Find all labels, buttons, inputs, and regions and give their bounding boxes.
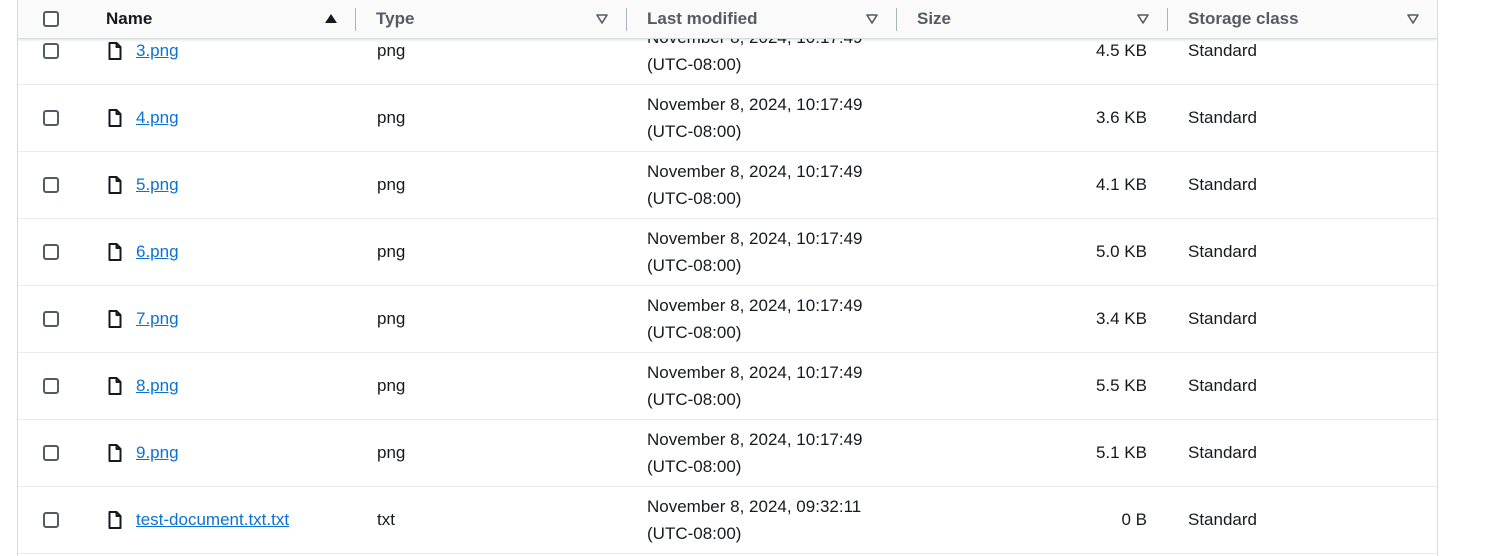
last-modified-timezone: (UTC-08:00)	[647, 457, 742, 476]
file-icon	[108, 444, 122, 462]
object-size: 5.1 KB	[1095, 443, 1147, 462]
object-size: 3.6 KB	[1095, 108, 1147, 127]
object-name-link[interactable]: 5.png	[136, 172, 179, 198]
object-type: png	[377, 242, 406, 261]
column-divider[interactable]	[1167, 8, 1168, 31]
object-name-link[interactable]: 4.png	[136, 105, 179, 131]
table-row: 6.png png November 8, 2024, 10:17:49 (UT…	[18, 219, 1437, 286]
table-row: 4.png png November 8, 2024, 10:17:49 (UT…	[18, 85, 1437, 152]
column-divider[interactable]	[626, 8, 627, 31]
object-size: 0 B	[1121, 510, 1147, 529]
column-header-size[interactable]: Size	[917, 0, 951, 38]
row-checkbox[interactable]	[43, 110, 59, 126]
last-modified-date: November 8, 2024, 09:32:11	[647, 497, 862, 516]
object-type: png	[377, 443, 406, 462]
storage-class: Standard	[1188, 443, 1257, 462]
last-modified-date: November 8, 2024, 10:17:49	[647, 430, 863, 449]
file-icon	[108, 176, 122, 194]
object-name-link[interactable]: 6.png	[136, 239, 179, 265]
object-name-link[interactable]: 9.png	[136, 440, 179, 466]
table-header: Name Type Last modified Size Storage cla…	[18, 0, 1437, 39]
last-modified-date: November 8, 2024, 10:17:49	[647, 229, 863, 248]
file-icon	[108, 243, 122, 261]
object-type: png	[377, 108, 406, 127]
table-row: 8.png png November 8, 2024, 10:17:49 (UT…	[18, 353, 1437, 420]
last-modified-timezone: (UTC-08:00)	[647, 256, 742, 275]
storage-class: Standard	[1188, 376, 1257, 395]
last-modified-date: November 8, 2024, 10:17:49	[647, 95, 863, 114]
object-size: 4.1 KB	[1095, 175, 1147, 194]
last-modified-timezone: (UTC-08:00)	[647, 390, 742, 409]
last-modified-timezone: (UTC-08:00)	[647, 323, 742, 342]
row-checkbox[interactable]	[43, 43, 59, 59]
last-modified-date: November 8, 2024, 10:17:49	[647, 162, 863, 181]
last-modified-timezone: (UTC-08:00)	[647, 122, 742, 141]
storage-class: Standard	[1188, 108, 1257, 127]
caret-up-icon[interactable]	[325, 14, 337, 23]
column-divider[interactable]	[355, 8, 356, 31]
storage-class: Standard	[1188, 175, 1257, 194]
column-header-storage-class[interactable]: Storage class	[1188, 0, 1299, 38]
storage-class: Standard	[1188, 309, 1257, 328]
last-modified-date: November 8, 2024, 10:17:49	[647, 363, 863, 382]
row-checkbox[interactable]	[43, 378, 59, 394]
row-checkbox[interactable]	[43, 177, 59, 193]
column-header-type[interactable]: Type	[376, 0, 414, 38]
object-name-link[interactable]: 3.png	[136, 38, 179, 64]
caret-down-outline-icon[interactable]	[596, 14, 608, 24]
last-modified-timezone: (UTC-08:00)	[647, 524, 742, 543]
row-checkbox[interactable]	[43, 244, 59, 260]
column-header-last-modified[interactable]: Last modified	[647, 0, 758, 38]
last-modified-date: November 8, 2024, 10:17:49	[647, 296, 863, 315]
last-modified-timezone: (UTC-08:00)	[647, 55, 742, 74]
row-checkbox[interactable]	[43, 512, 59, 528]
object-type: png	[377, 41, 406, 60]
object-size: 4.5 KB	[1095, 41, 1147, 60]
column-divider[interactable]	[896, 8, 897, 31]
storage-class: Standard	[1188, 510, 1257, 529]
table-row: test-document.txt.txt txt November 8, 20…	[18, 487, 1437, 554]
caret-down-outline-icon[interactable]	[866, 14, 878, 24]
object-type: png	[377, 376, 406, 395]
file-icon	[108, 42, 122, 60]
row-checkbox[interactable]	[43, 311, 59, 327]
column-header-name[interactable]: Name	[106, 0, 152, 38]
object-type: txt	[377, 510, 395, 529]
table-row: 9.png png November 8, 2024, 10:17:49 (UT…	[18, 420, 1437, 487]
object-name-link[interactable]: 7.png	[136, 306, 179, 332]
file-icon	[108, 377, 122, 395]
table-row: 7.png png November 8, 2024, 10:17:49 (UT…	[18, 286, 1437, 353]
caret-down-outline-icon[interactable]	[1137, 14, 1149, 24]
file-icon	[108, 310, 122, 328]
objects-table: 3.png png November 8, 2024, 10:17:49 (UT…	[17, 0, 1438, 556]
object-size: 5.5 KB	[1095, 376, 1147, 395]
object-name-link[interactable]: test-document.txt.txt	[136, 507, 289, 533]
object-size: 5.0 KB	[1095, 242, 1147, 261]
row-checkbox[interactable]	[43, 445, 59, 461]
caret-down-outline-icon[interactable]	[1407, 14, 1419, 24]
storage-class: Standard	[1188, 242, 1257, 261]
last-modified-timezone: (UTC-08:00)	[647, 189, 742, 208]
table-row: 5.png png November 8, 2024, 10:17:49 (UT…	[18, 152, 1437, 219]
file-icon	[108, 109, 122, 127]
object-name-link[interactable]: 8.png	[136, 373, 179, 399]
object-size: 3.4 KB	[1095, 309, 1147, 328]
storage-class: Standard	[1188, 41, 1257, 60]
object-type: png	[377, 175, 406, 194]
select-all-checkbox[interactable]	[43, 11, 59, 27]
file-icon	[108, 511, 122, 529]
object-type: png	[377, 309, 406, 328]
